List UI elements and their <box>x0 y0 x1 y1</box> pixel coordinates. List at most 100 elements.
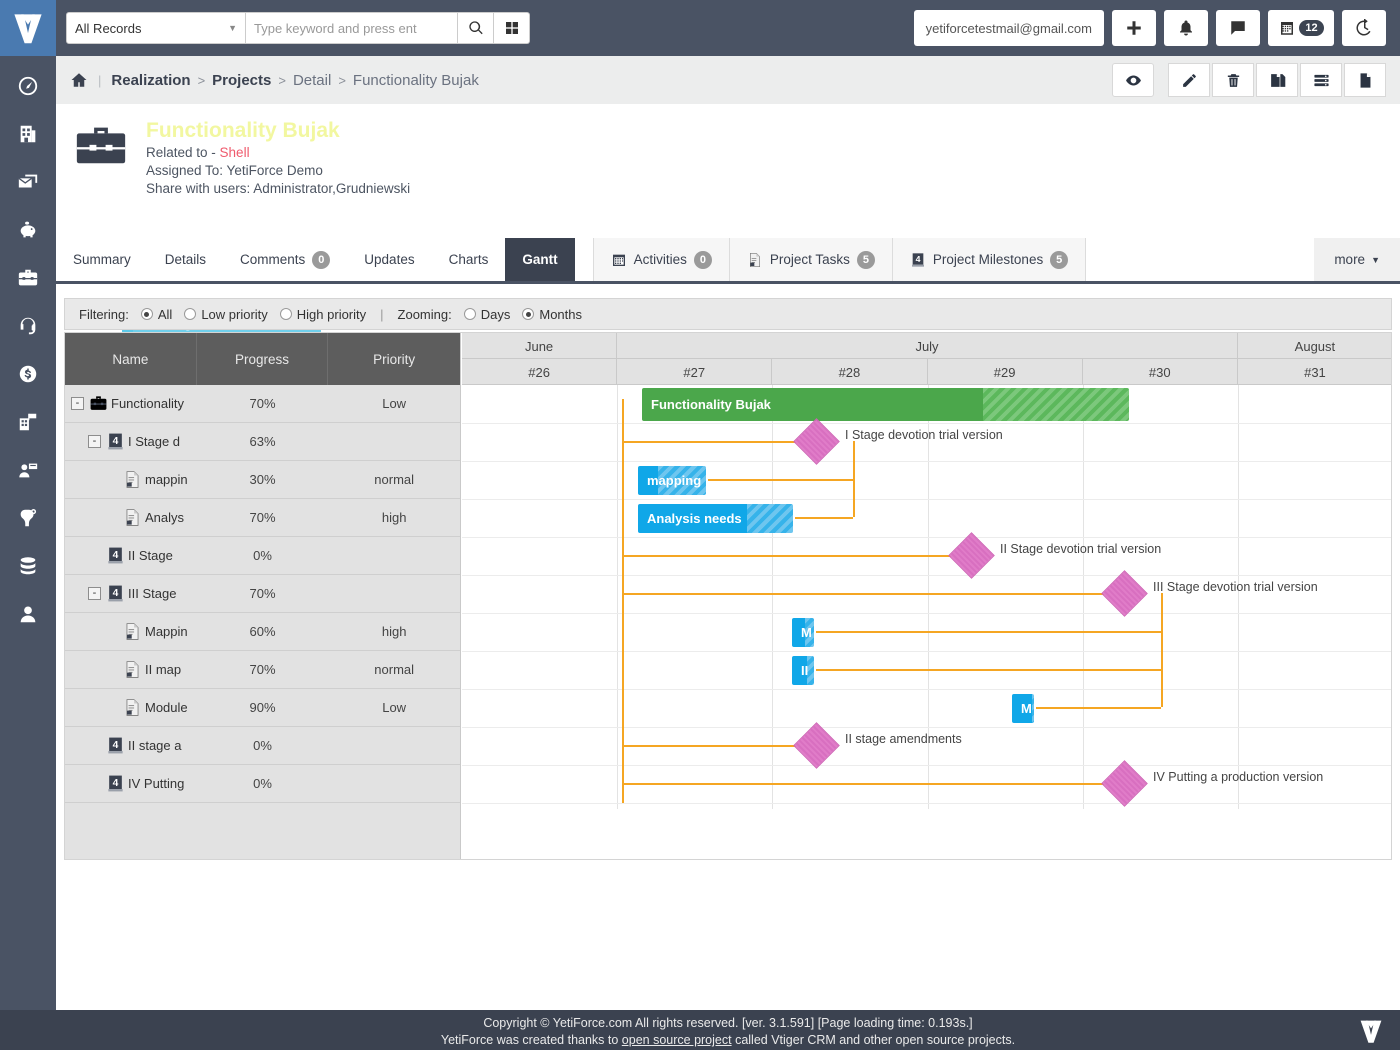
breadcrumb-arrow: > <box>338 72 346 88</box>
record-action-delete[interactable] <box>1212 63 1254 97</box>
record-action-watch[interactable] <box>1112 63 1154 97</box>
tab-activities[interactable]: Activities 0 <box>593 238 730 281</box>
briefcase-icon <box>90 396 106 410</box>
row-toggle[interactable]: - <box>88 435 101 448</box>
task-doc-icon <box>126 623 138 640</box>
row-toggle[interactable]: - <box>88 587 101 600</box>
gantt-bar[interactable]: M <box>1012 694 1034 723</box>
row-name: I Stage d <box>128 434 181 449</box>
column-header-name[interactable]: Name <box>65 333 197 385</box>
sidebar-item-finances[interactable] <box>0 206 56 254</box>
notifications-button[interactable] <box>1164 10 1208 46</box>
record-related-value[interactable]: Shell <box>220 145 250 160</box>
milestone-marker[interactable] <box>948 532 995 579</box>
table-row[interactable]: Module 90% Low <box>65 689 460 727</box>
table-row[interactable]: 4 II Stage 0% <box>65 537 460 575</box>
sidebar-item-database[interactable] <box>0 542 56 590</box>
table-row[interactable]: - 4 III Stage 70% <box>65 575 460 613</box>
breadcrumb-projects[interactable]: Projects <box>212 72 271 89</box>
record-filter-select[interactable]: All Records ▼ <box>66 12 246 44</box>
sidebar-item-projects[interactable] <box>0 254 56 302</box>
footer-pre: YetiForce was created thanks to <box>440 1033 622 1047</box>
gantt-bar[interactable]: II <box>792 656 814 685</box>
search-input[interactable] <box>246 12 458 44</box>
user-email[interactable]: yetiforcetestmail@gmail.com <box>913 10 1104 46</box>
milestone-marker[interactable] <box>1101 760 1148 807</box>
table-row[interactable]: mappin 30% normal <box>65 461 460 499</box>
filter-option-low-priority[interactable]: Low priority <box>184 307 268 322</box>
filter-option-all[interactable]: All <box>140 307 172 322</box>
table-row[interactable]: - Functionality 70% Low <box>65 385 460 423</box>
breadcrumb-bar: | Realization > Projects > Detail > Func… <box>56 56 1400 104</box>
zoom-option-days[interactable]: Days <box>463 307 510 322</box>
column-header-priority[interactable]: Priority <box>328 333 460 385</box>
week-cell: #26 <box>462 359 618 385</box>
tab-badge: 0 <box>693 250 712 269</box>
record-action-edit[interactable] <box>1168 63 1210 97</box>
chat-button[interactable] <box>1216 10 1260 46</box>
filter-option-high-priority[interactable]: High priority <box>279 307 366 322</box>
chat-icon <box>1231 21 1245 35</box>
tab-comments[interactable]: Comments 0 <box>223 238 347 281</box>
sidebar-item-organizations[interactable] <box>0 110 56 158</box>
gantt-bar[interactable]: Analysis needs <box>638 504 793 533</box>
breadcrumb-record[interactable]: Functionality Bujak <box>353 72 479 89</box>
grid-hline <box>462 727 1391 728</box>
dependency-line <box>816 669 1161 671</box>
zoom-option-months[interactable]: Months <box>522 307 582 322</box>
tab-gantt[interactable]: Gantt <box>505 238 575 281</box>
more-tabs-button[interactable]: more ▼ <box>1314 238 1400 281</box>
sidebar-item-contacts[interactable] <box>0 446 56 494</box>
record-action-document[interactable] <box>1344 63 1386 97</box>
breadcrumb-realization[interactable]: Realization <box>111 72 190 89</box>
sidebar-item-support[interactable] <box>0 302 56 350</box>
row-toggle[interactable]: - <box>71 397 84 410</box>
history-button[interactable] <box>1342 10 1386 46</box>
tab-charts[interactable]: Charts <box>432 238 506 281</box>
tab-updates[interactable]: Updates <box>347 238 431 281</box>
sidebar-item-sales[interactable] <box>0 350 56 398</box>
breadcrumb-detail[interactable]: Detail <box>293 72 331 89</box>
row-type-icon <box>122 698 142 718</box>
milestone-marker[interactable] <box>793 418 840 465</box>
sidebar-item-services[interactable] <box>0 494 56 542</box>
grid-view-button[interactable] <box>494 12 530 44</box>
zooming-label: Zooming: <box>397 306 452 322</box>
milestone-marker[interactable] <box>793 722 840 769</box>
tab-project-milestones[interactable]: 4 Project Milestones 5 <box>892 238 1087 281</box>
row-name: Module <box>145 700 188 715</box>
table-row[interactable]: 4 II stage a 0% <box>65 727 460 765</box>
milestone-marker[interactable] <box>1101 570 1148 617</box>
table-row[interactable]: II map 70% normal <box>65 651 460 689</box>
record-action-duplicate[interactable] <box>1256 63 1298 97</box>
cell-progress: 90% <box>249 700 276 715</box>
app-logo[interactable] <box>0 0 56 56</box>
open-source-link[interactable]: open source project <box>622 1033 732 1047</box>
tab-summary[interactable]: Summary <box>56 238 148 281</box>
table-row[interactable]: Analys 70% high <box>65 499 460 537</box>
sidebar-item-mail[interactable] <box>0 158 56 206</box>
grid-vline <box>1082 385 1084 809</box>
record-action-list[interactable] <box>1300 63 1342 97</box>
gantt-bar[interactable]: M <box>792 618 814 647</box>
tab-details[interactable]: Details <box>148 238 223 281</box>
table-row[interactable]: Mappin 60% high <box>65 613 460 651</box>
sidebar-item-dashboard[interactable] <box>0 62 56 110</box>
calendar-button[interactable]: 12 <box>1268 10 1334 46</box>
radio-icon <box>463 308 476 320</box>
bar-label: Analysis needs <box>647 511 742 526</box>
week-cell: #29 <box>928 359 1083 385</box>
tab-project-tasks[interactable]: Project Tasks 5 <box>729 238 893 281</box>
table-row[interactable]: - 4 I Stage d 63% <box>65 423 460 461</box>
column-header-progress[interactable]: Progress <box>197 333 329 385</box>
gantt-bar[interactable]: mapping <box>638 466 706 495</box>
home-button[interactable] <box>70 71 88 89</box>
table-row[interactable]: 4 IV Putting 0% <box>65 765 460 803</box>
sidebar-item-users[interactable] <box>0 590 56 638</box>
quick-create-button[interactable] <box>1112 10 1156 46</box>
plus-icon <box>1127 21 1141 35</box>
bar-label: mapping <box>647 473 702 488</box>
search-button[interactable] <box>458 12 494 44</box>
sidebar-item-inventory[interactable] <box>0 398 56 446</box>
gantt-bar[interactable]: Functionality Bujak <box>642 388 1129 421</box>
